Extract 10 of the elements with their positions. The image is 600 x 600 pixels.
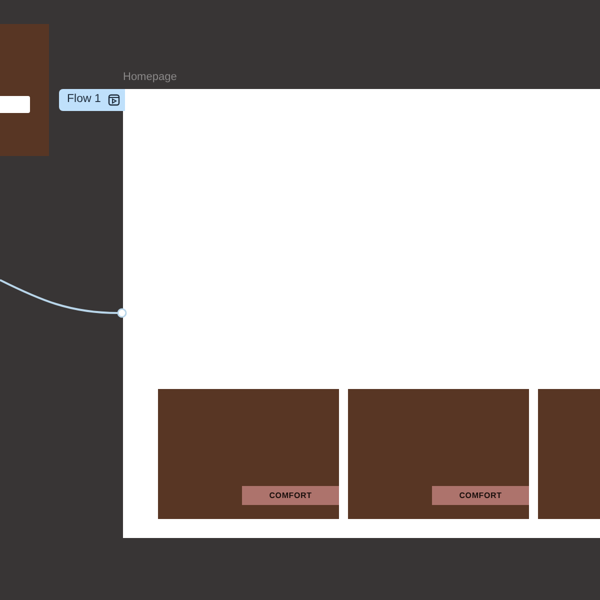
bar-shape [0,96,30,113]
flow-label: Flow 1 [67,92,101,108]
page-frame[interactable]: COMFORT COMFORT [123,89,600,538]
frame-thumbnail[interactable] [0,24,49,156]
card-label: COMFORT [242,486,339,505]
card-label: COMFORT [432,486,529,505]
flow-tag[interactable]: Flow 1 [59,89,125,111]
frame-title[interactable]: Homepage [123,69,177,86]
connector[interactable] [0,279,127,318]
play-icon[interactable] [108,94,120,106]
